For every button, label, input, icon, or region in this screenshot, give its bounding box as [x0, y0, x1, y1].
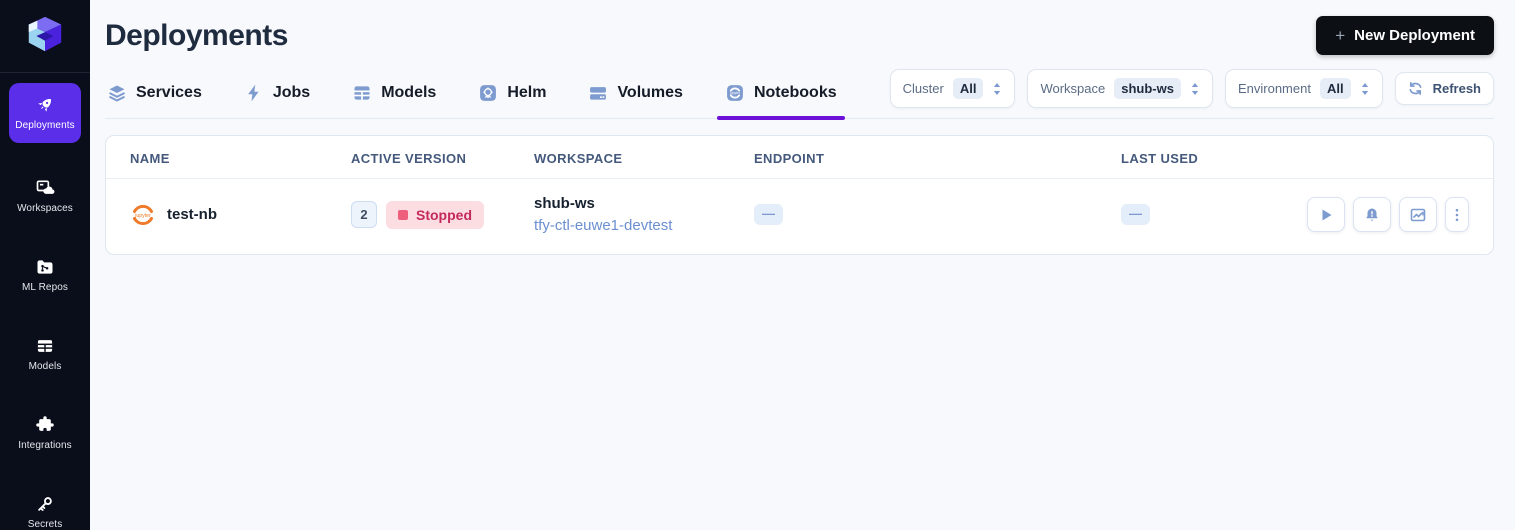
tabs-row: Services Jobs Models Helm Volumes jupyte… [105, 69, 1494, 120]
column-header-workspace: WORKSPACE [534, 151, 623, 166]
sidebar-item-models[interactable]: Models [9, 328, 81, 380]
sidebar-item-label: Integrations [18, 440, 72, 451]
stopped-square-icon [398, 209, 408, 220]
sidebar-item-label: Models [28, 361, 62, 372]
row-actions [1301, 197, 1469, 232]
refresh-icon [1409, 82, 1422, 95]
sidebar-item-label: Deployments [15, 120, 75, 131]
refresh-label: Refresh [1432, 81, 1481, 96]
tab-label: Jobs [272, 84, 311, 101]
bolt-icon [248, 84, 259, 102]
bell-alert-icon [1366, 208, 1378, 221]
filter-label: Environment [1237, 81, 1311, 96]
tab-volumes[interactable]: Volumes [586, 73, 685, 118]
tab-label: Helm [507, 84, 547, 101]
environment-filter[interactable]: Environment All [1224, 69, 1383, 108]
main-content: Deployments + New Deployment Services Jo… [90, 0, 1515, 530]
key-icon [38, 497, 52, 511]
metrics-button[interactable] [1399, 197, 1437, 232]
status-badge: Stopped [386, 200, 484, 229]
tab-label: Notebooks [753, 84, 837, 101]
active-version-cell: 2 Stopped [351, 200, 534, 229]
filter-value: All [952, 78, 984, 99]
tab-label: Models [381, 84, 437, 101]
column-header-active-version: ACTIVE VERSION [351, 151, 467, 166]
tab-label: Volumes [617, 84, 683, 101]
svg-text:jupyter: jupyter [134, 212, 151, 218]
sidebar-item-ml-repos[interactable]: ML Repos [9, 249, 81, 301]
puzzle-icon [36, 416, 54, 431]
workspace-name: shub-ws [534, 195, 595, 212]
grid-icon [354, 86, 370, 100]
endpoint-cell: — [754, 203, 1121, 226]
column-header-name: NAME [130, 151, 170, 166]
last-used-empty-value: — [1121, 203, 1150, 226]
sidebar-nav: Deployments Workspaces ML Repos Models I… [0, 83, 90, 530]
filter-value: All [1319, 78, 1351, 99]
kebab-menu-icon [1455, 208, 1459, 221]
workspaces-icon [36, 180, 55, 194]
tab-services[interactable]: Services [105, 73, 204, 118]
tab-models[interactable]: Models [350, 73, 438, 118]
workspace-filter[interactable]: Workspace shub-ws [1027, 69, 1213, 108]
layers-icon [109, 85, 125, 102]
logo-container[interactable] [0, 0, 90, 73]
page-title: Deployments [105, 18, 288, 52]
sidebar-item-label: Secrets [27, 519, 63, 530]
filter-value: shub-ws [1114, 78, 1181, 99]
new-deployment-button[interactable]: + New Deployment [1316, 16, 1494, 55]
jupyter-tab-icon: jupyter [727, 85, 743, 101]
workspace-cluster-link[interactable]: tfy-ctl-euwe1-devtest [534, 217, 754, 234]
notebook-name[interactable]: test-nb [167, 206, 217, 223]
start-button[interactable] [1307, 197, 1345, 232]
sidebar-item-label: Workspaces [17, 203, 73, 214]
tab-label: Services [136, 84, 202, 101]
chevron-up-down-icon [994, 82, 1001, 95]
alerts-button[interactable] [1353, 197, 1391, 232]
tabs: Services Jobs Models Helm Volumes jupyte… [105, 73, 845, 120]
filter-label: Workspace [1040, 81, 1106, 96]
sidebar-item-secrets[interactable]: Secrets [9, 486, 81, 530]
chart-icon [1410, 208, 1426, 221]
ml-repos-icon [37, 260, 53, 274]
filter-label: Cluster [902, 81, 944, 96]
column-header-last-used: LAST USED [1121, 151, 1199, 166]
tab-jobs[interactable]: Jobs [242, 73, 312, 118]
sidebar: Deployments Workspaces ML Repos Models I… [0, 0, 90, 530]
new-deployment-label: New Deployment [1354, 27, 1475, 44]
workspace-cell: shub-ws tfy-ctl-euwe1-devtest [534, 195, 754, 234]
last-used-cell: — [1121, 203, 1301, 226]
helm-icon [480, 85, 497, 101]
sidebar-item-workspaces[interactable]: Workspaces [9, 170, 81, 222]
cluster-filter[interactable]: Cluster All [889, 69, 1016, 108]
chevron-up-down-icon [1361, 82, 1368, 95]
status-label: Stopped [416, 206, 472, 223]
page-header: Deployments + New Deployment [105, 16, 1494, 55]
rocket-icon [38, 98, 52, 112]
more-options-button[interactable] [1445, 197, 1469, 232]
notebooks-table: NAME ACTIVE VERSION WORKSPACE ENDPOINT L… [105, 135, 1494, 255]
sidebar-item-deployments[interactable]: Deployments [9, 83, 81, 143]
tab-notebooks[interactable]: jupyter Notebooks [716, 73, 845, 120]
chevron-up-down-icon [1191, 82, 1199, 95]
column-header-endpoint: ENDPOINT [754, 151, 825, 166]
version-chip[interactable]: 2 [351, 201, 377, 228]
endpoint-empty-value: — [754, 203, 783, 226]
sidebar-item-label: ML Repos [21, 282, 68, 293]
refresh-button[interactable]: Refresh [1394, 72, 1494, 105]
name-cell: jupyter test-nb [130, 202, 351, 228]
models-grid-icon [37, 340, 53, 352]
table-row[interactable]: jupyter test-nb 2 Stopped shub-ws tfy-ct… [106, 179, 1493, 254]
column-header-actions [1301, 151, 1469, 166]
play-icon [1322, 209, 1332, 220]
jupyter-icon: jupyter [133, 204, 153, 225]
filters-bar: Cluster All Workspace shub-ws Environmen… [889, 69, 1494, 118]
plus-icon: + [1335, 26, 1346, 45]
svg-text:jupyter: jupyter [729, 91, 741, 95]
sidebar-item-integrations[interactable]: Integrations [9, 407, 81, 459]
drive-icon [590, 87, 607, 100]
table-header: NAME ACTIVE VERSION WORKSPACE ENDPOINT L… [106, 136, 1493, 179]
tab-helm[interactable]: Helm [476, 73, 548, 118]
truefoundry-logo [28, 16, 62, 52]
